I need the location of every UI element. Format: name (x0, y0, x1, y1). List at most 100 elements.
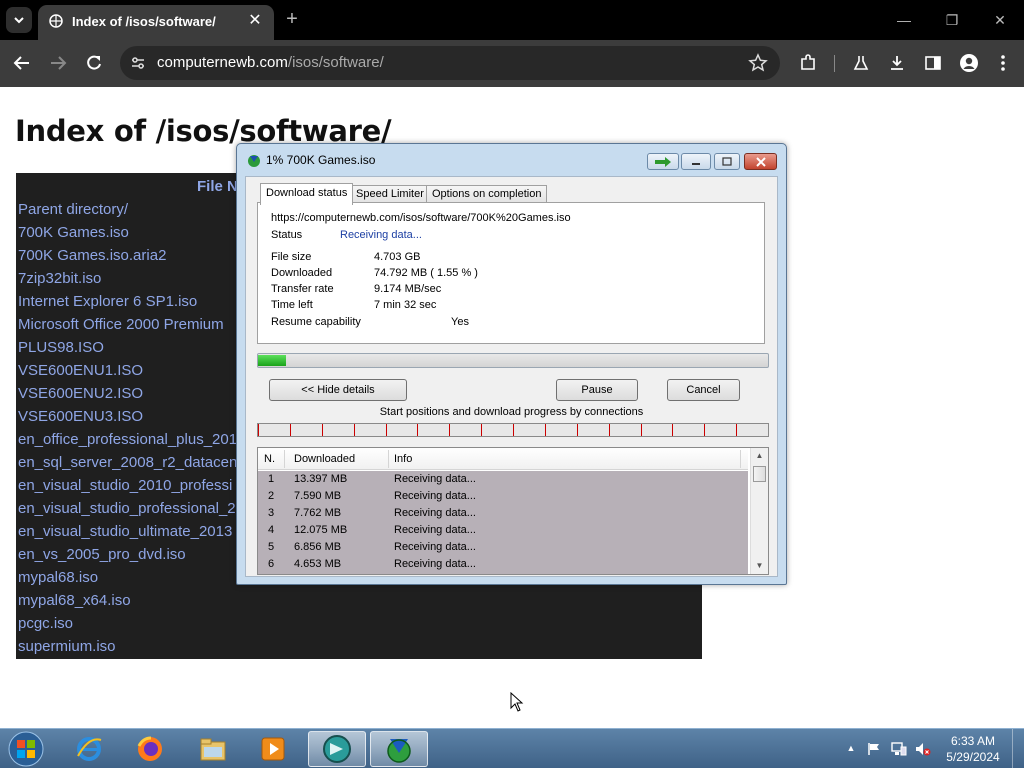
connections-scrollbar[interactable]: ▲ ▼ (750, 448, 768, 574)
connection-row[interactable]: 3 7.762 MB Receiving data... (258, 505, 748, 522)
profile-button[interactable] (958, 52, 980, 74)
downloads-button[interactable] (886, 52, 908, 74)
tab-download-status[interactable]: Download status (260, 183, 354, 205)
file-link[interactable]: en_office_professional_plus_201 (18, 429, 237, 451)
file-name-column-header[interactable]: File N (197, 178, 238, 195)
new-tab-button[interactable]: + (282, 9, 302, 29)
file-link[interactable]: en_vs_2005_pro_dvd.iso (18, 544, 186, 566)
scrollbar-thumb[interactable] (753, 466, 766, 482)
connection-row[interactable]: 6 4.653 MB Receiving data... (258, 556, 748, 573)
connection-row[interactable]: 2 7.590 MB Receiving data... (258, 488, 748, 505)
file-link[interactable]: en_sql_server_2008_r2_datacen (18, 452, 237, 474)
back-button[interactable] (10, 51, 34, 75)
side-panel-button[interactable] (922, 52, 944, 74)
site-info-icon[interactable] (130, 55, 146, 71)
connection-info: Receiving data... (394, 490, 476, 502)
extensions-button[interactable] (797, 52, 819, 74)
restore-window-button[interactable]: ❐ (928, 0, 976, 40)
idm-globe-icon (248, 155, 260, 167)
time-left-label: Time left (271, 299, 313, 311)
connection-row[interactable]: 4 12.075 MB Receiving data... (258, 522, 748, 539)
file-link[interactable]: Microsoft Office 2000 Premium (18, 314, 224, 336)
forward-button[interactable] (46, 51, 70, 75)
col-header-downloaded[interactable]: Downloaded (294, 453, 355, 465)
file-link[interactable]: 700K Games.iso.aria2 (18, 245, 166, 267)
close-tab-icon[interactable]: ✕ (246, 12, 264, 30)
file-link[interactable]: en_visual_studio_2010_professi (18, 475, 232, 497)
reload-button[interactable] (82, 51, 106, 75)
file-link[interactable]: VSE600ENU2.ISO (18, 383, 143, 405)
browser-menu-button[interactable] (992, 52, 1014, 74)
connection-n: 3 (268, 507, 275, 519)
connection-info: Receiving data... (394, 524, 476, 536)
file-link[interactable]: en_visual_studio_professional_2 (18, 498, 236, 520)
file-link[interactable]: supermium.iso (18, 636, 116, 658)
taskbar-media-player[interactable] (244, 731, 302, 767)
connection-start-marker (354, 424, 355, 436)
tab-search-button[interactable] (6, 7, 32, 33)
cancel-button[interactable]: Cancel (667, 379, 740, 401)
connection-n: 1 (268, 473, 275, 485)
connection-n: 5 (268, 541, 275, 553)
address-bar[interactable]: computernewb.com/isos/software/ (120, 46, 780, 80)
taskbar-vm-app[interactable] (308, 731, 366, 767)
file-link[interactable]: VSE600ENU1.ISO (18, 360, 143, 382)
file-link[interactable]: PLUS98.ISO (18, 337, 104, 359)
scroll-up-arrow-icon[interactable]: ▲ (751, 448, 768, 464)
connection-start-marker (672, 424, 673, 436)
file-link[interactable]: mypal68_x64.iso (18, 590, 131, 612)
download-icon (891, 56, 903, 70)
minimize-dialog-button[interactable] (681, 153, 711, 170)
start-button[interactable] (6, 730, 46, 768)
close-window-button[interactable]: ✕ (976, 0, 1024, 40)
browser-tab[interactable]: Index of /isos/software/ ✕ (38, 5, 274, 40)
file-link[interactable]: 7zip32bit.iso (18, 268, 101, 290)
connection-downloaded: 7.590 MB (294, 490, 342, 502)
taskbar-internet-download-manager[interactable] (370, 731, 428, 767)
url-text: computernewb.com/isos/software/ (157, 54, 384, 71)
browser-titlebar: Index of /isos/software/ ✕ + — ❐ ✕ (0, 0, 1024, 40)
connection-start-marker (449, 424, 450, 436)
taskbar-internet-explorer[interactable] (60, 731, 118, 767)
taskbar-file-explorer[interactable] (184, 731, 242, 767)
col-header-info[interactable]: Info (394, 453, 412, 465)
connection-info: Receiving data... (394, 473, 476, 485)
mouse-cursor-icon (510, 692, 524, 712)
scroll-down-arrow-icon[interactable]: ▼ (751, 558, 768, 574)
hide-to-tray-button[interactable] (647, 153, 679, 170)
dialog-title: 1% 700K Games.iso (266, 153, 376, 167)
connection-row[interactable]: 1 13.397 MB Receiving data... (258, 471, 748, 488)
file-link[interactable]: Internet Explorer 6 SP1.iso (18, 291, 197, 313)
page-favicon-icon (49, 14, 63, 28)
file-link[interactable]: en_visual_studio_ultimate_2013 (18, 521, 232, 543)
col-header-n[interactable]: N. (264, 453, 275, 465)
taskbar-clock[interactable]: 6:33 AM 5/29/2024 (940, 733, 1006, 765)
connection-start-marker (545, 424, 546, 436)
close-dialog-button[interactable] (744, 153, 777, 170)
file-link[interactable]: pcgc.iso (18, 613, 73, 635)
show-desktop-button[interactable] (1012, 729, 1024, 768)
pause-button[interactable]: Pause (556, 379, 638, 401)
connection-downloaded: 13.397 MB (294, 473, 348, 485)
minimize-window-button[interactable]: — (880, 0, 928, 40)
connection-row[interactable]: 5 6.856 MB Receiving data... (258, 539, 748, 556)
action-center-flag-icon[interactable] (866, 741, 882, 757)
connections-table-body: 1 13.397 MB Receiving data... 2 7.590 MB Rece… (258, 471, 748, 574)
maximize-dialog-button[interactable] (714, 153, 740, 170)
download-progress-dialog: 1% 700K Games.iso Download status Speed … (236, 143, 787, 585)
hide-details-button[interactable]: << Hide details (269, 379, 407, 401)
forward-arrow-icon (51, 56, 67, 70)
taskbar-firefox[interactable] (121, 731, 179, 767)
labs-button[interactable] (850, 52, 872, 74)
close-icon (755, 156, 766, 167)
show-hidden-icons-button[interactable]: ▲ (845, 742, 857, 754)
bookmark-star-icon[interactable] (748, 53, 768, 73)
network-icon[interactable] (891, 741, 907, 757)
file-link[interactable]: mypal68.iso (18, 567, 98, 589)
volume-muted-icon[interactable] (915, 741, 931, 757)
file-link[interactable]: 700K Games.iso (18, 222, 129, 244)
parent-directory-link[interactable]: Parent directory/ (18, 199, 128, 221)
connections-progress-bar (257, 423, 769, 437)
file-link[interactable]: VSE600ENU3.ISO (18, 406, 143, 428)
file-size-value: 4.703 GB (374, 251, 421, 263)
